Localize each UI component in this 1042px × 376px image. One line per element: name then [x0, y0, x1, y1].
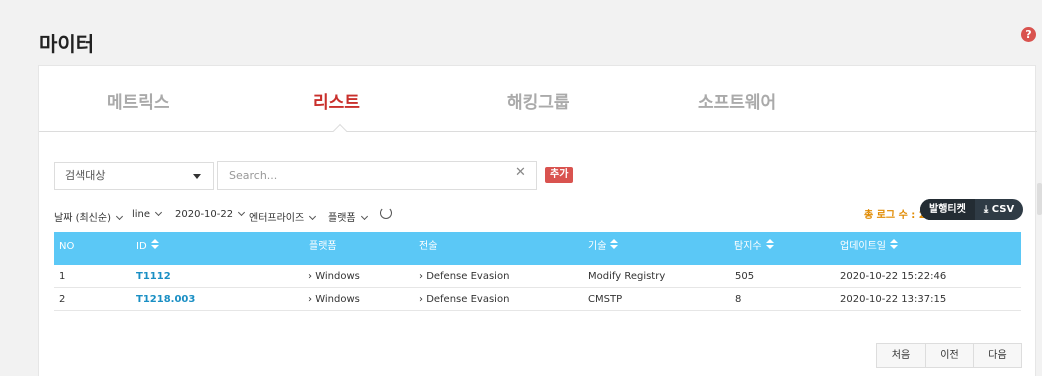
chevron-down-icon [193, 174, 201, 179]
cell-tactic: › Defense Evasion [419, 294, 510, 305]
filter-date-sort[interactable]: 날짜 (최신순) [54, 209, 124, 224]
help-icon[interactable]: ? [1021, 27, 1036, 42]
column-header-platform: 플랫폼 [309, 241, 337, 252]
column-header-updated[interactable]: 업데이트일 [840, 232, 898, 261]
search-target-select[interactable]: 검색대상 [54, 162, 214, 190]
search-input[interactable] [217, 161, 537, 190]
chevron-down-icon [360, 212, 368, 221]
total-log-count: 총 로그 수 : 2 [864, 210, 926, 221]
add-button[interactable]: 추가 [545, 167, 574, 183]
action-button-group: 발행티켓 ⤓ CSV [920, 199, 1024, 220]
sort-icon[interactable] [610, 239, 619, 249]
content-card: 메트릭스 리스트 해킹그룹 소프트웨어 검색대상 ✕ 추가 날짜 (최신순) l… [38, 65, 1037, 376]
cell-updated: 2020-10-22 15:22:46 [840, 271, 947, 282]
sort-icon[interactable] [890, 239, 898, 249]
filter-platform[interactable]: 플랫폼 [328, 209, 368, 224]
table-row[interactable]: 2 T1218.003 › Windows › Defense Evasion … [54, 288, 1021, 311]
issue-ticket-button[interactable]: 발행티켓 [920, 199, 975, 220]
table-row[interactable]: 1 T1112 › Windows › Defense Evasion Modi… [54, 265, 1021, 288]
prev-page-button[interactable]: 이전 [925, 344, 973, 367]
tab-matrix[interactable]: 메트릭스 [107, 88, 170, 113]
scrollbar[interactable] [1037, 183, 1042, 215]
filter-line[interactable]: line [132, 208, 163, 220]
pagination: 처음 이전 다음 [876, 343, 1022, 368]
column-header-technique[interactable]: 기술 [588, 232, 619, 261]
chevron-down-icon [115, 212, 124, 221]
results-table: NO ID 플랫폼 전술 기술 탐지수 업데이트일 1 T1112 › Wind… [54, 232, 1021, 311]
column-header-id[interactable]: ID [136, 232, 159, 261]
cell-technique: Modify Registry [588, 271, 666, 282]
cell-detections: 8 [735, 294, 742, 305]
download-icon: ⤓ [983, 204, 992, 215]
page-title: 마이터 [39, 32, 95, 56]
cell-tactic: › Defense Evasion [419, 271, 510, 282]
active-tab-indicator [332, 123, 348, 139]
filter-enterprise[interactable]: 엔터프라이즈 [249, 209, 317, 224]
csv-export-button[interactable]: ⤓ CSV [975, 199, 1023, 220]
cell-no: 2 [59, 294, 66, 305]
column-header-tactic: 전술 [419, 241, 438, 252]
chevron-down-icon [155, 208, 163, 217]
cell-id-link[interactable]: T1112 [136, 265, 171, 288]
refresh-icon[interactable] [380, 207, 392, 219]
cell-detections: 505 [735, 271, 755, 282]
filter-date[interactable]: 2020-10-22 [175, 208, 246, 220]
search-target-value: 검색대상 [65, 169, 106, 182]
table-header: NO ID 플랫폼 전술 기술 탐지수 업데이트일 [54, 232, 1021, 265]
tab-hacking-group[interactable]: 해킹그룹 [507, 88, 570, 113]
tab-bar: 메트릭스 리스트 해킹그룹 소프트웨어 [39, 66, 1037, 139]
chevron-down-icon [238, 208, 246, 217]
column-header-detections[interactable]: 탐지수 [734, 232, 774, 261]
cell-updated: 2020-10-22 13:37:15 [840, 294, 947, 305]
cell-platform: › Windows [308, 271, 360, 282]
first-page-button[interactable]: 처음 [877, 344, 925, 367]
close-icon[interactable]: ✕ [515, 165, 526, 180]
chevron-down-icon [309, 212, 317, 221]
tab-software[interactable]: 소프트웨어 [698, 88, 776, 113]
column-header-no: NO [59, 241, 75, 252]
next-page-button[interactable]: 다음 [973, 344, 1021, 367]
tab-list[interactable]: 리스트 [313, 88, 360, 113]
sort-icon[interactable] [765, 239, 774, 249]
cell-platform: › Windows [308, 294, 360, 305]
cell-technique: CMSTP [588, 294, 623, 305]
cell-id-link[interactable]: T1218.003 [136, 288, 195, 311]
sort-icon[interactable] [150, 239, 159, 249]
cell-no: 1 [59, 271, 66, 282]
